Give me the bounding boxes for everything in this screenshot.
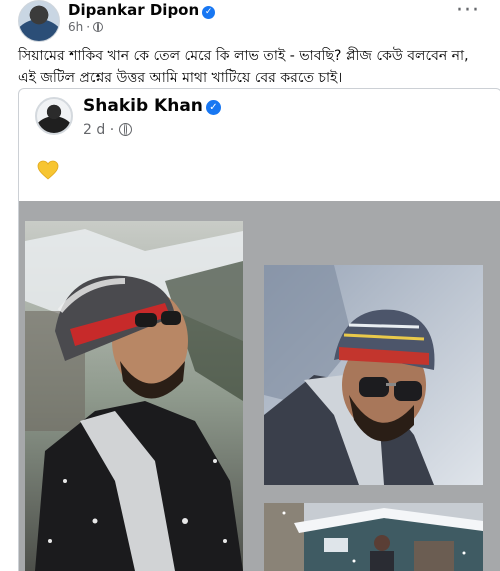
verified-badge-icon: ✓ (202, 6, 216, 19)
shared-author-name[interactable]: Shakib Khan (83, 96, 203, 116)
post-header: Dipankar Dipon ✓ 6h · ··· (0, 0, 500, 42)
photo-sunglasses-closeup[interactable] (264, 265, 483, 485)
shared-post-time[interactable]: 2 d (83, 122, 105, 138)
author-name-link[interactable]: Dipankar Dipon ✓ (68, 1, 216, 19)
post-time[interactable]: 6h (68, 20, 83, 34)
photo-snow-cabin[interactable] (264, 503, 483, 571)
photo-gallery (19, 201, 500, 571)
post-meta: 6h · (68, 20, 104, 34)
globe-icon[interactable] (118, 123, 132, 136)
meta-separator: · (86, 20, 91, 34)
author-name[interactable]: Dipankar Dipon (68, 1, 199, 19)
globe-icon[interactable] (93, 22, 104, 32)
photo-snow-portrait[interactable] (25, 221, 243, 571)
shared-post-meta: 2 d · (83, 122, 132, 138)
author-avatar[interactable] (18, 0, 60, 42)
meta-separator: · (105, 122, 119, 138)
verified-badge-icon: ✓ (205, 100, 221, 115)
post-caption: সিয়ামের শাকিব খান কে তেল মেরে কি লাভ তা… (18, 48, 469, 86)
more-options-button[interactable]: ··· (456, 0, 480, 22)
shared-author-name-link[interactable]: Shakib Khan ✓ (83, 96, 221, 116)
shared-post-card[interactable]: Shakib Khan ✓ 2 d · (18, 88, 500, 571)
yellow-heart-icon (37, 160, 59, 180)
shared-author-avatar[interactable] (35, 97, 73, 135)
